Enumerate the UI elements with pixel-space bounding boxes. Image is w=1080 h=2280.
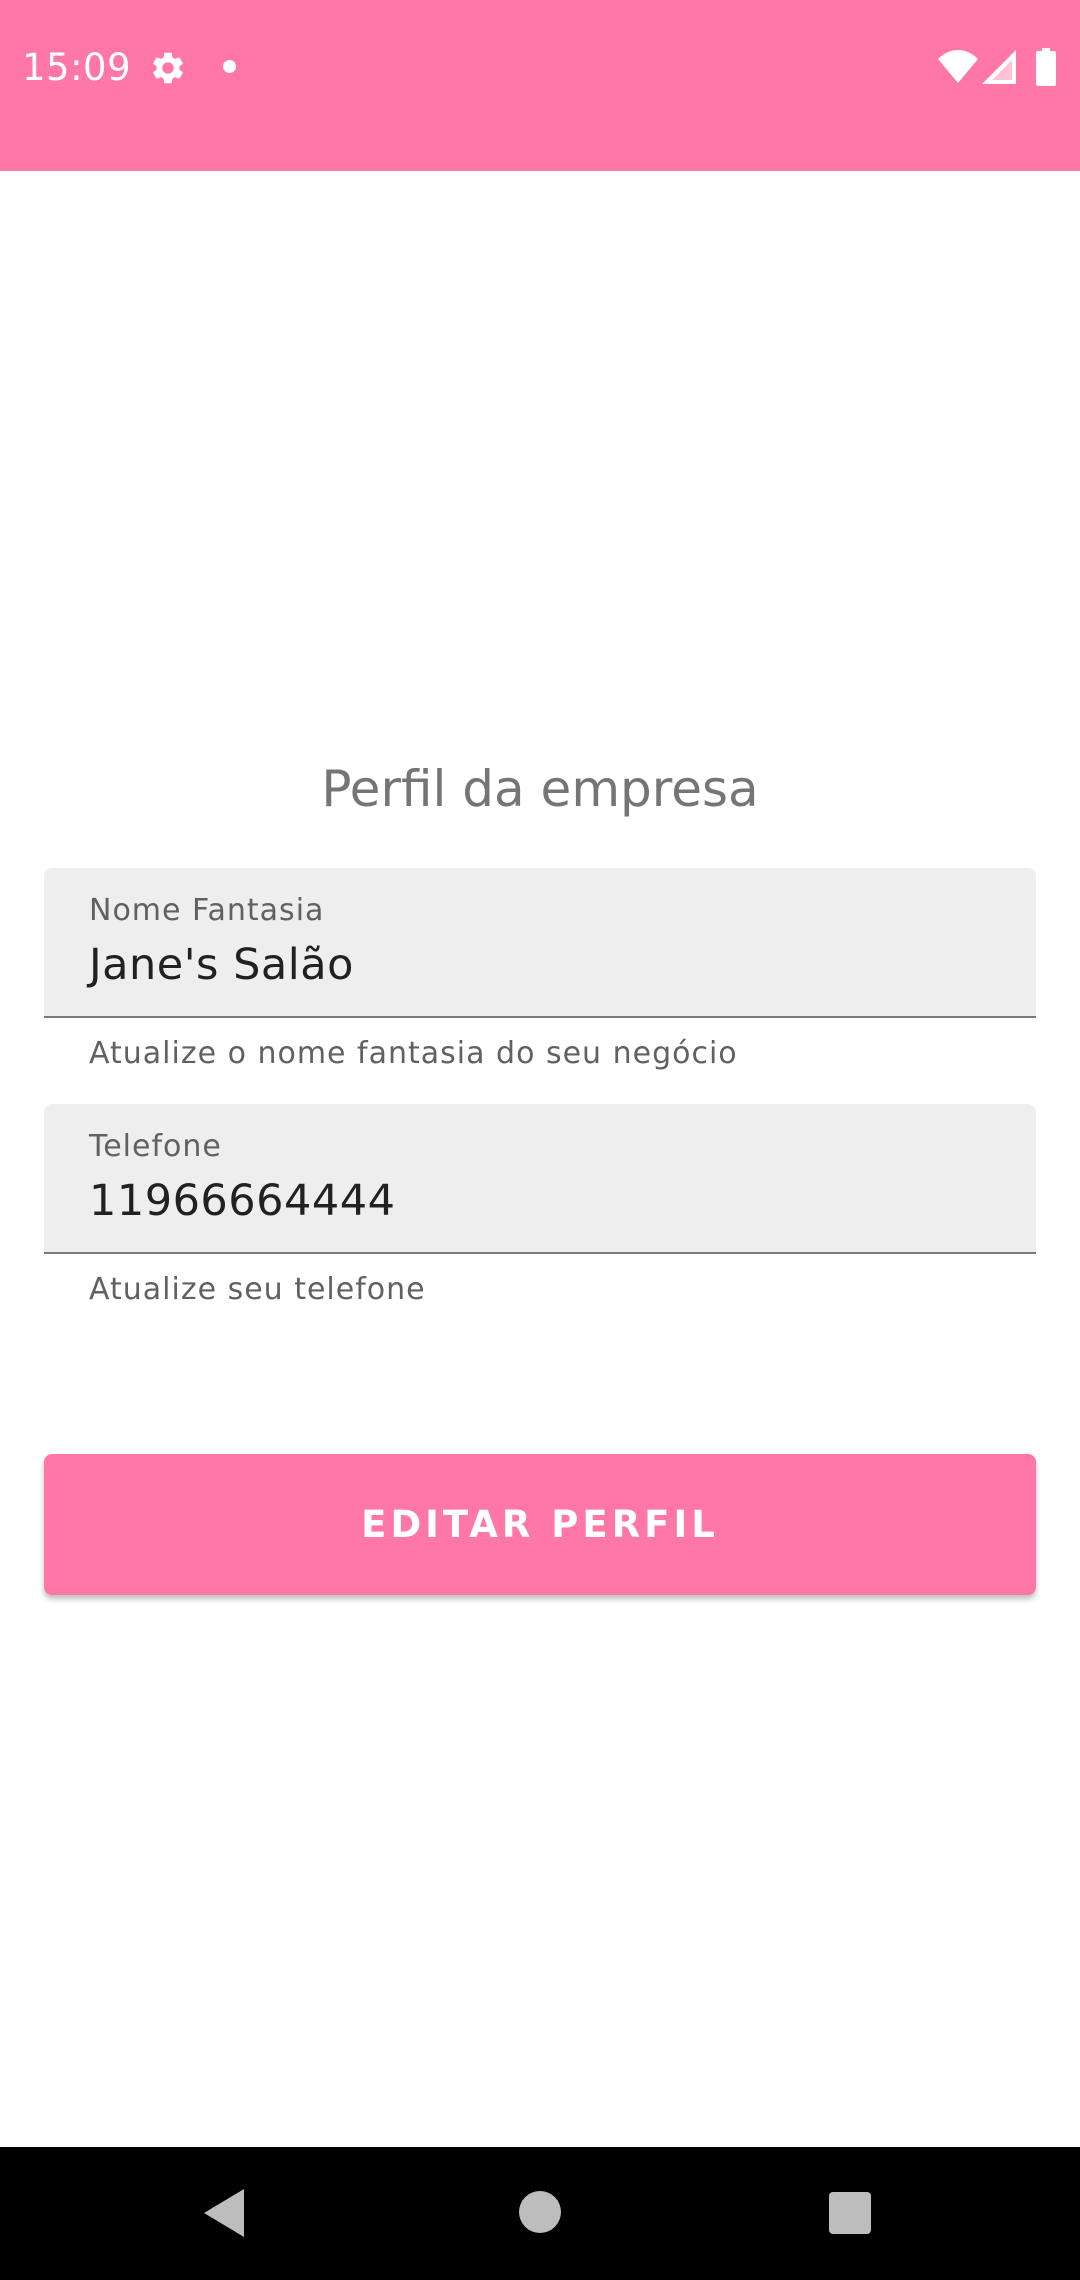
telefone-field[interactable]: Telefone 11966664444	[44, 1104, 1036, 1254]
gear-icon	[153, 52, 183, 84]
status-bar: 15:09	[0, 0, 1080, 171]
back-icon[interactable]	[204, 2189, 244, 2237]
recents-icon[interactable]	[829, 2192, 871, 2234]
edit-profile-button[interactable]: EDITAR PERFIL	[44, 1454, 1036, 1595]
wifi-icon	[938, 50, 978, 83]
edit-profile-button-label: EDITAR PERFIL	[361, 1503, 719, 1546]
nome-fantasia-value[interactable]: Jane's Salão	[89, 938, 354, 992]
battery-icon	[1036, 48, 1056, 86]
status-time: 15:09	[22, 46, 132, 89]
telefone-label: Telefone	[89, 1129, 222, 1164]
nome-fantasia-helper: Atualize o nome fantasia do seu negócio	[89, 1036, 738, 1071]
dot-icon	[223, 60, 236, 73]
home-icon[interactable]	[519, 2191, 561, 2233]
navigation-bar	[0, 2147, 1080, 2280]
nome-fantasia-label: Nome Fantasia	[89, 893, 325, 928]
screen: 15:09 Perfil da empresa Nome Fantasia Ja…	[0, 0, 1080, 2280]
nome-fantasia-field[interactable]: Nome Fantasia Jane's Salão	[44, 868, 1036, 1018]
signal-icon	[982, 50, 1016, 84]
telefone-helper: Atualize seu telefone	[89, 1272, 426, 1307]
page-title: Perfil da empresa	[321, 760, 759, 818]
telefone-value[interactable]: 11966664444	[89, 1174, 395, 1228]
